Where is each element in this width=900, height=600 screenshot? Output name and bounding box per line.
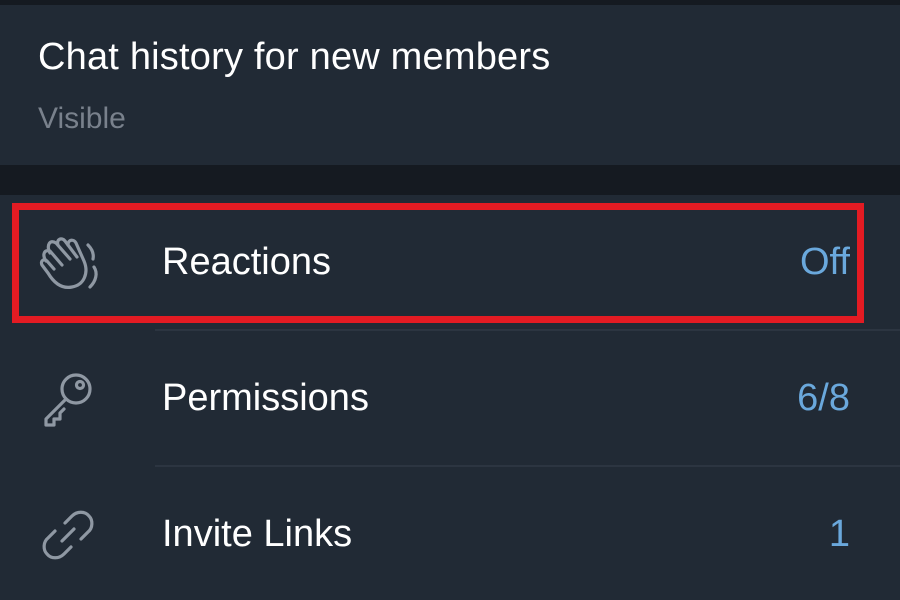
reactions-value: Off [800, 241, 850, 283]
top-divider [0, 0, 900, 5]
link-icon [32, 499, 104, 571]
section-separator [0, 165, 900, 195]
permissions-value: 6/8 [797, 377, 850, 419]
chat-history-value: Visible [38, 102, 126, 135]
invite-links-label: Invite Links [162, 513, 353, 555]
permissions-label: Permissions [162, 377, 369, 419]
group-settings-screen: Chat history for new members Visible Rea… [0, 0, 900, 600]
invite-links-row[interactable]: Invite Links 1 [0, 467, 900, 600]
reactions-label: Reactions [162, 241, 331, 283]
settings-list: Reactions Off Permissions 6/8 Invite Lin… [0, 195, 900, 600]
chat-history-setting[interactable]: Chat history for new members Visible [0, 0, 900, 165]
key-icon [32, 363, 104, 435]
reactions-row[interactable]: Reactions Off [0, 195, 900, 329]
invite-links-value: 1 [828, 513, 850, 555]
chat-history-title: Chat history for new members [38, 36, 551, 78]
waving-hand-icon [32, 227, 104, 299]
permissions-row[interactable]: Permissions 6/8 [0, 331, 900, 465]
